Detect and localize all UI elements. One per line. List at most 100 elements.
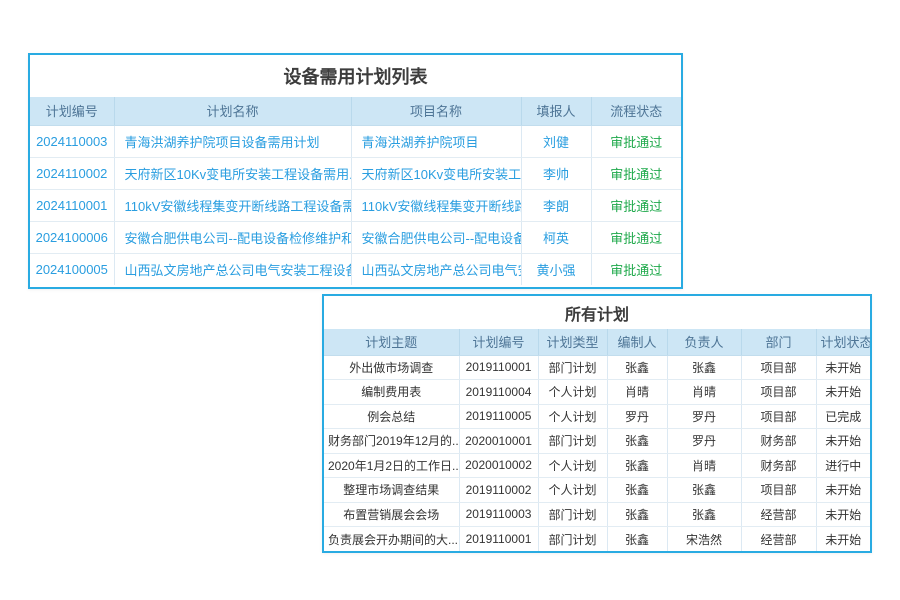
table-cell[interactable]: 2024100005 xyxy=(30,253,114,285)
table-row[interactable]: 布置营销展会会场2019110003部门计划张鑫张鑫经营部未开始 xyxy=(324,502,870,527)
table-row[interactable]: 2024110003青海洪湖养护院项目设备需用计划青海洪湖养护院项目刘健审批通过 xyxy=(30,125,681,157)
table-cell[interactable]: 审批通过 xyxy=(591,221,681,253)
table-cell: 2019110005 xyxy=(459,404,538,429)
table-cell[interactable]: 青海洪湖养护院项目设备需用计划 xyxy=(114,125,351,157)
table-cell: 未开始 xyxy=(816,429,870,454)
table-cell[interactable]: 2024100006 xyxy=(30,221,114,253)
table-cell[interactable]: 天府新区10Kv变电所安装工程设备需用... xyxy=(114,157,351,189)
table-cell[interactable]: 安徽合肥供电公司--配电设备... xyxy=(351,221,521,253)
table-cell: 罗丹 xyxy=(607,404,667,429)
table-cell: 2019110001 xyxy=(459,355,538,380)
column-header-author: 编制人 xyxy=(607,329,667,355)
table-cell: 部门计划 xyxy=(538,502,607,527)
table-cell[interactable]: 山西弘文房地产总公司电气安装工程设备... xyxy=(114,253,351,285)
all-plans-table: 计划主题 计划编号 计划类型 编制人 负责人 部门 计划状态 外出做市场调查20… xyxy=(324,329,870,551)
table-cell: 2020年1月2日的工作日... xyxy=(324,453,459,478)
table-cell: 未开始 xyxy=(816,355,870,380)
table-cell: 张鑫 xyxy=(607,502,667,527)
table-cell: 编制费用表 xyxy=(324,380,459,405)
table-cell: 张鑫 xyxy=(607,429,667,454)
table-cell[interactable]: 青海洪湖养护院项目 xyxy=(351,125,521,157)
table-cell[interactable]: 2024110003 xyxy=(30,125,114,157)
table-cell: 例会总结 xyxy=(324,404,459,429)
table-cell: 布置营销展会会场 xyxy=(324,502,459,527)
equipment-table-title: 设备需用计划列表 xyxy=(30,55,681,97)
column-header-project-name: 项目名称 xyxy=(351,97,521,125)
table-row[interactable]: 2024100006安徽合肥供电公司--配电设备检修维护和...安徽合肥供电公司… xyxy=(30,221,681,253)
table-cell: 财务部门2019年12月的... xyxy=(324,429,459,454)
table-cell[interactable]: 2024110001 xyxy=(30,189,114,221)
table-row[interactable]: 2024110001110kV安徽线程集变开断线路工程设备需...110kV安徽… xyxy=(30,189,681,221)
table-cell: 部门计划 xyxy=(538,429,607,454)
table-row[interactable]: 编制费用表2019110004个人计划肖晴肖晴项目部未开始 xyxy=(324,380,870,405)
table-cell: 项目部 xyxy=(741,404,816,429)
table-cell: 肖晴 xyxy=(667,453,741,478)
table-cell: 2020010002 xyxy=(459,453,538,478)
all-plans-table-title: 所有计划 xyxy=(324,296,870,329)
table-cell: 张鑫 xyxy=(667,502,741,527)
table-cell: 张鑫 xyxy=(667,478,741,503)
table-cell[interactable]: 审批通过 xyxy=(591,125,681,157)
table-cell: 罗丹 xyxy=(667,404,741,429)
table-cell: 2019110004 xyxy=(459,380,538,405)
column-header-process-status: 流程状态 xyxy=(591,97,681,125)
column-header-plan-number: 计划编号 xyxy=(30,97,114,125)
table-cell: 个人计划 xyxy=(538,453,607,478)
table-row[interactable]: 整理市场调查结果2019110002个人计划张鑫张鑫项目部未开始 xyxy=(324,478,870,503)
table-cell[interactable]: 柯英 xyxy=(521,221,591,253)
table-cell: 已完成 xyxy=(816,404,870,429)
table-cell: 宋浩然 xyxy=(667,527,741,552)
table-cell: 个人计划 xyxy=(538,404,607,429)
table-cell: 项目部 xyxy=(741,380,816,405)
table-cell[interactable]: 审批通过 xyxy=(591,189,681,221)
table-cell: 未开始 xyxy=(816,502,870,527)
table-cell: 财务部 xyxy=(741,429,816,454)
table-row[interactable]: 例会总结2019110005个人计划罗丹罗丹项目部已完成 xyxy=(324,404,870,429)
table-cell: 经营部 xyxy=(741,502,816,527)
plans-table-header-row: 计划主题 计划编号 计划类型 编制人 负责人 部门 计划状态 xyxy=(324,329,870,355)
table-row[interactable]: 负责展会开办期间的大...2019110001部门计划张鑫宋浩然经营部未开始 xyxy=(324,527,870,552)
table-cell[interactable]: 刘健 xyxy=(521,125,591,157)
table-cell: 未开始 xyxy=(816,478,870,503)
table-cell[interactable]: 安徽合肥供电公司--配电设备检修维护和... xyxy=(114,221,351,253)
table-cell: 个人计划 xyxy=(538,478,607,503)
column-header-plan-subject: 计划主题 xyxy=(324,329,459,355)
column-header-department: 部门 xyxy=(741,329,816,355)
table-row[interactable]: 财务部门2019年12月的...2020010001部门计划张鑫罗丹财务部未开始 xyxy=(324,429,870,454)
table-cell[interactable]: 天府新区10Kv变电所安装工程 xyxy=(351,157,521,189)
table-cell[interactable]: 审批通过 xyxy=(591,157,681,189)
table-cell[interactable]: 李帅 xyxy=(521,157,591,189)
table-cell[interactable]: 110kV安徽线程集变开断线路工程设备需... xyxy=(114,189,351,221)
table-cell: 张鑫 xyxy=(607,478,667,503)
table-cell[interactable]: 110kV安徽线程集变开断线路... xyxy=(351,189,521,221)
table-cell: 进行中 xyxy=(816,453,870,478)
equipment-plan-list-panel: 设备需用计划列表 计划编号 计划名称 项目名称 填报人 流程状态 2024110… xyxy=(28,53,683,289)
table-row[interactable]: 2020年1月2日的工作日...2020010002个人计划张鑫肖晴财务部进行中 xyxy=(324,453,870,478)
table-cell: 张鑫 xyxy=(607,453,667,478)
table-cell: 未开始 xyxy=(816,527,870,552)
table-cell: 经营部 xyxy=(741,527,816,552)
column-header-plan-name: 计划名称 xyxy=(114,97,351,125)
table-row[interactable]: 2024100005山西弘文房地产总公司电气安装工程设备...山西弘文房地产总公… xyxy=(30,253,681,285)
table-cell[interactable]: 李朗 xyxy=(521,189,591,221)
table-cell: 财务部 xyxy=(741,453,816,478)
table-cell: 肖晴 xyxy=(667,380,741,405)
table-cell: 张鑫 xyxy=(607,527,667,552)
table-cell[interactable]: 山西弘文房地产总公司电气安... xyxy=(351,253,521,285)
table-row[interactable]: 外出做市场调查2019110001部门计划张鑫张鑫项目部未开始 xyxy=(324,355,870,380)
table-cell: 未开始 xyxy=(816,380,870,405)
table-cell: 项目部 xyxy=(741,355,816,380)
all-plans-panel: 所有计划 计划主题 计划编号 计划类型 编制人 负责人 部门 计划状态 外出做市… xyxy=(322,294,872,553)
table-cell[interactable]: 2024110002 xyxy=(30,157,114,189)
table-cell: 部门计划 xyxy=(538,355,607,380)
table-cell: 2019110001 xyxy=(459,527,538,552)
table-cell: 部门计划 xyxy=(538,527,607,552)
table-cell[interactable]: 审批通过 xyxy=(591,253,681,285)
table-row[interactable]: 2024110002天府新区10Kv变电所安装工程设备需用...天府新区10Kv… xyxy=(30,157,681,189)
table-cell: 项目部 xyxy=(741,478,816,503)
table-cell[interactable]: 黄小强 xyxy=(521,253,591,285)
table-cell: 2019110003 xyxy=(459,502,538,527)
table-cell: 肖晴 xyxy=(607,380,667,405)
table-cell: 张鑫 xyxy=(607,355,667,380)
table-cell: 2019110002 xyxy=(459,478,538,503)
